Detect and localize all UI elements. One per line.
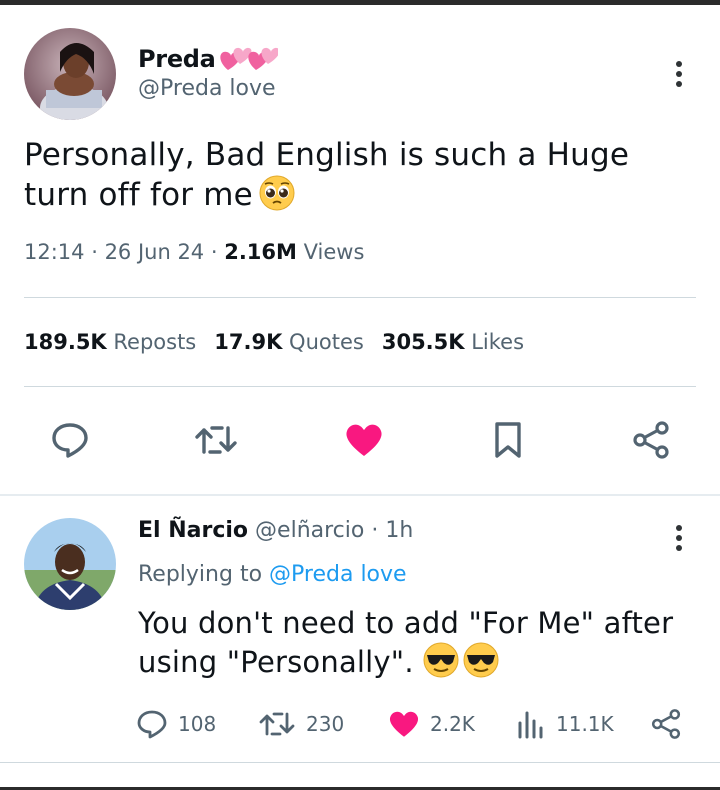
sunglasses-emoji	[423, 642, 499, 687]
more-options-icon[interactable]	[664, 54, 694, 94]
status-bar-edge	[0, 0, 720, 5]
replying-to: Replying to @Preda love	[138, 562, 407, 587]
divider	[24, 386, 696, 387]
reply-icon	[137, 710, 167, 739]
tweet-meta: 12:14 · 26 Jun 24 · 2.16M Views	[24, 240, 365, 264]
reply-icon	[52, 423, 88, 458]
likes-stat[interactable]: 305.5K Likes	[382, 330, 524, 354]
repost-icon	[195, 426, 237, 454]
reply-text: You don't need to add "For Me" after usi…	[138, 604, 698, 687]
engagement-stats: 189.5K Reposts 17.9K Quotes 305.5K Likes	[24, 330, 524, 354]
like-icon	[346, 424, 382, 456]
divider	[24, 297, 696, 298]
quotes-stat[interactable]: 17.9K Quotes	[214, 330, 364, 354]
reply-author-avatar[interactable]	[24, 518, 116, 610]
tweet-date[interactable]: 26 Jun 24	[105, 240, 205, 264]
author-handle[interactable]: @Preda love	[138, 76, 276, 101]
repost-button[interactable]	[188, 418, 244, 462]
replying-to-handle[interactable]: @Preda love	[269, 562, 407, 587]
like-icon	[389, 711, 419, 737]
reply-repost-button[interactable]: 230	[258, 704, 344, 744]
share-icon	[651, 709, 681, 739]
reply-more-options-icon[interactable]	[664, 518, 694, 558]
reply-button[interactable]	[44, 418, 96, 462]
author-avatar[interactable]	[24, 28, 116, 120]
reply-reply-button[interactable]: 108	[136, 704, 216, 744]
views-icon	[518, 711, 543, 739]
pleading-face-emoji	[259, 175, 295, 221]
views-label: Views	[303, 240, 365, 264]
reply-time[interactable]: 1h	[385, 518, 413, 543]
reply-author-line: El Ñarcio @elñarcio · 1h	[138, 518, 414, 543]
author-name[interactable]: Preda	[138, 44, 278, 74]
two-hearts-emoji	[218, 44, 278, 74]
tweet-text: Personally, Bad English is such a Huge t…	[24, 136, 684, 221]
reply-like-button[interactable]: 2.2K	[388, 704, 475, 744]
repost-icon	[259, 712, 295, 736]
views-count: 2.16M	[224, 240, 297, 264]
reposts-stat[interactable]: 189.5K Reposts	[24, 330, 196, 354]
bookmark-icon	[495, 422, 521, 458]
reply-author-name[interactable]: El Ñarcio	[138, 518, 248, 543]
reply-views-button[interactable]: 11.1K	[516, 704, 614, 744]
tweet-time[interactable]: 12:14	[24, 240, 85, 264]
like-button[interactable]	[340, 418, 388, 462]
share-button[interactable]	[626, 418, 676, 462]
bookmark-button[interactable]	[486, 418, 530, 462]
share-icon	[633, 421, 669, 459]
reply-share-button[interactable]	[650, 704, 682, 744]
divider	[0, 762, 720, 763]
reply-author-handle[interactable]: @elñarcio	[255, 518, 364, 543]
section-separator	[0, 494, 720, 496]
